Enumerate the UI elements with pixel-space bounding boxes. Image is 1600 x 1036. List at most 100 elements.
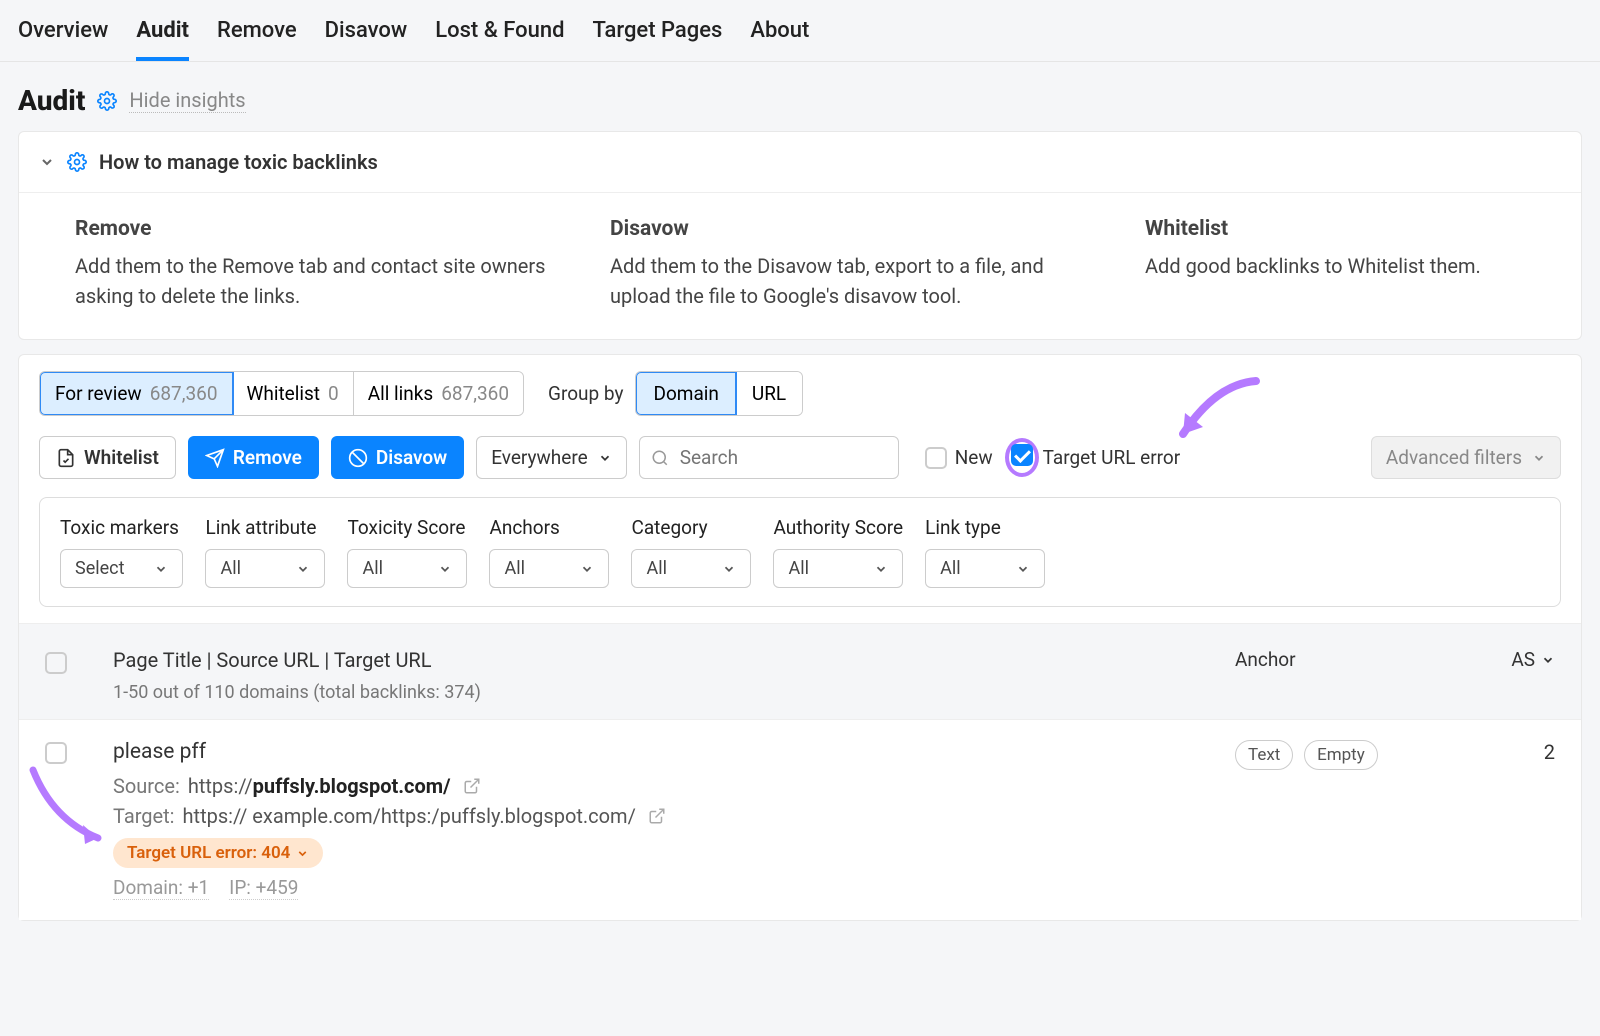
chevron-down-icon	[154, 562, 168, 576]
tab-count: 0	[328, 382, 339, 405]
hide-insights-link[interactable]: Hide insights	[129, 88, 245, 113]
tab-whitelist[interactable]: Whitelist0	[233, 372, 354, 415]
chevron-down-icon	[39, 154, 55, 170]
send-icon	[205, 448, 225, 468]
tab-disavow[interactable]: Disavow	[325, 18, 408, 61]
insights-panel: How to manage toxic backlinks Remove Add…	[18, 131, 1582, 340]
annotation-arrow-icon	[13, 760, 123, 850]
list-filter-tabs: For review 687,360 Whitelist0 All links68…	[19, 355, 1581, 424]
tab-overview[interactable]: Overview	[18, 18, 108, 61]
url-domain: puffsly.blogspot.com/	[253, 774, 451, 798]
disavow-button[interactable]: Disavow	[331, 436, 464, 479]
filter-select[interactable]: Select	[60, 549, 183, 588]
insights-header[interactable]: How to manage toxic backlinks	[19, 132, 1581, 193]
filter-select[interactable]: All	[773, 549, 903, 588]
as-cell: 2	[1455, 740, 1555, 764]
tab-about[interactable]: About	[750, 18, 809, 61]
filter-label: Link attribute	[205, 516, 325, 539]
column-as[interactable]: AS	[1455, 648, 1555, 671]
chevron-down-icon	[722, 562, 736, 576]
tab-label: For review	[55, 382, 142, 405]
group-by-url[interactable]: URL	[736, 372, 802, 415]
filters-row: Toxic markers Select Link attribute All To…	[39, 497, 1561, 607]
column-anchor: Anchor	[1235, 648, 1455, 671]
page-title: Audit	[18, 84, 85, 117]
scope-select[interactable]: Everywhere	[476, 436, 626, 479]
tab-target-pages[interactable]: Target Pages	[593, 18, 723, 61]
meta-label: Target:	[113, 804, 175, 828]
filter-select[interactable]: All	[347, 549, 467, 588]
url-text: https:// example.com/https:/puffsly.blog…	[183, 804, 636, 828]
filter-anchors: Anchors All	[489, 516, 609, 588]
checkbox-icon	[925, 447, 947, 469]
insight-desc: Add them to the Disavow tab, export to a…	[610, 251, 1085, 311]
filter-link-attribute: Link attribute All	[205, 516, 325, 588]
filter-label: Link type	[925, 516, 1045, 539]
group-by-toggle: Domain URL	[635, 371, 803, 416]
external-link-icon[interactable]	[463, 777, 481, 795]
filter-select[interactable]: All	[631, 549, 751, 588]
tab-lost-found[interactable]: Lost & Found	[435, 18, 564, 61]
select-value: All	[646, 558, 667, 579]
row-checkbox[interactable]	[45, 742, 67, 764]
filter-label: Anchors	[489, 516, 609, 539]
url-prefix: https://	[188, 774, 253, 798]
tab-all-links[interactable]: All links687,360	[354, 372, 523, 415]
advanced-filters-button[interactable]: Advanced filters	[1371, 436, 1561, 479]
column-main: Page Title | Source URL | Target URL 1-5…	[113, 648, 1235, 703]
filter-label: Category	[631, 516, 751, 539]
external-link-icon[interactable]	[648, 807, 666, 825]
insight-disavow: Disavow Add them to the Disavow tab, exp…	[610, 217, 1085, 311]
insight-desc: Add them to the Remove tab and contact s…	[75, 251, 550, 311]
tab-remove[interactable]: Remove	[217, 18, 297, 61]
search-field	[639, 436, 899, 479]
chevron-down-icon	[1532, 451, 1546, 465]
group-by-label: Group by	[548, 382, 623, 405]
filter-select[interactable]: All	[205, 549, 325, 588]
source-url: Source: https://puffsly.blogspot.com/	[113, 774, 1235, 798]
insight-title: Disavow	[610, 217, 1085, 241]
group-by-domain[interactable]: Domain	[635, 371, 736, 416]
anchor-pill-text: Text	[1235, 740, 1293, 770]
filter-toxicity-score: Toxicity ScoreAll	[347, 516, 467, 588]
chevron-down-icon	[1016, 562, 1030, 576]
tab-count: 687,360	[150, 382, 218, 405]
filter-select[interactable]: All	[925, 549, 1045, 588]
remove-button[interactable]: Remove	[188, 436, 319, 479]
checkbox-new[interactable]: New	[925, 446, 993, 469]
whitelist-button[interactable]: Whitelist	[39, 436, 176, 479]
filter-label: Authority Score	[773, 516, 903, 539]
checkbox-target-url-error[interactable]: Target URL error	[1009, 442, 1181, 473]
select-value: Everywhere	[491, 446, 587, 469]
target-url-error-badge[interactable]: Target URL error: 404	[113, 838, 323, 868]
insight-remove: Remove Add them to the Remove tab and co…	[75, 217, 550, 311]
select-value: Select	[75, 558, 124, 579]
page-title-cell: please pff	[113, 740, 1235, 764]
chevron-down-icon	[438, 562, 452, 576]
whitelist-icon	[56, 448, 76, 468]
domain-stat: Domain: +1	[113, 876, 209, 900]
table-summary: 1-50 out of 110 domains (total backlinks…	[113, 682, 1235, 703]
filter-label: Toxic markers	[60, 516, 183, 539]
chevron-down-icon	[296, 847, 309, 860]
page-header: Audit Hide insights	[0, 62, 1600, 131]
ip-stat: IP: +459	[229, 876, 298, 900]
anchor-cell: Text Empty	[1235, 740, 1455, 770]
column-label: AS	[1511, 648, 1535, 671]
filter-select[interactable]: All	[489, 549, 609, 588]
highlight-ring	[1009, 442, 1035, 473]
insights-title: How to manage toxic backlinks	[99, 150, 378, 174]
search-input[interactable]	[639, 436, 899, 479]
select-all-checkbox[interactable]	[45, 652, 67, 674]
tab-audit[interactable]: Audit	[136, 18, 189, 61]
toolbar: Whitelist Remove Disavow Everywhere New …	[19, 424, 1581, 491]
table-header: Page Title | Source URL | Target URL 1-5…	[19, 623, 1581, 719]
select-value: All	[940, 558, 961, 579]
gear-icon[interactable]	[97, 91, 117, 111]
chevron-down-icon	[1541, 653, 1555, 667]
row-main: please pff Source: https://puffsly.blogs…	[113, 740, 1235, 900]
chevron-down-icon	[296, 562, 310, 576]
insight-title: Remove	[75, 217, 550, 241]
select-value: All	[788, 558, 809, 579]
tab-for-review[interactable]: For review 687,360	[39, 371, 234, 416]
